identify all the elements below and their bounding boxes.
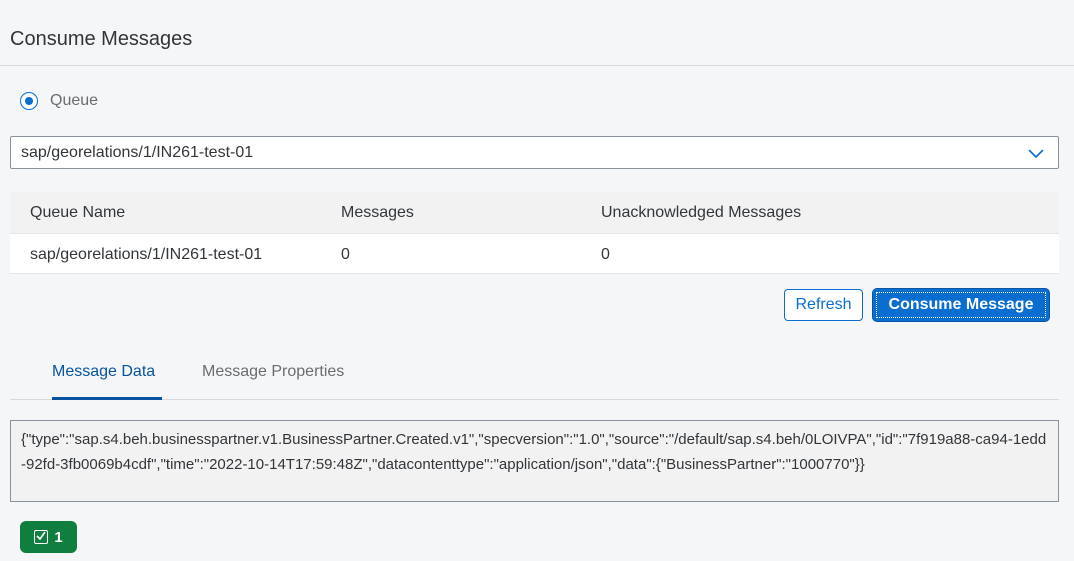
queue-radio-option[interactable]: Queue — [20, 89, 98, 113]
message-data-textarea[interactable]: {"type":"sap.s4.beh.businesspartner.v1.B… — [10, 420, 1059, 502]
badge-count: 1 — [54, 528, 63, 546]
tab-message-properties[interactable]: Message Properties — [202, 363, 344, 381]
queue-select-value: sap/georelations/1/IN261-test-01 — [21, 144, 254, 161]
status-badge[interactable]: 1 — [20, 521, 77, 553]
checkbox-checked-icon — [34, 530, 49, 544]
queue-radio-label: Queue — [50, 92, 99, 109]
page-title: Consume Messages — [10, 28, 193, 50]
queue-radio-button[interactable] — [20, 92, 38, 110]
cell-unacknowledged: 0 — [601, 246, 610, 263]
active-tab-indicator — [52, 397, 162, 400]
column-header-queue-name[interactable]: Queue Name — [30, 204, 125, 222]
chevron-down-icon[interactable] — [1028, 145, 1044, 161]
refresh-button[interactable]: Refresh — [784, 289, 863, 321]
message-tabs: Message Data Message Properties — [10, 345, 1059, 400]
page-header: Consume Messages — [0, 0, 1074, 66]
column-header-unacknowledged[interactable]: Unacknowledged Messages — [601, 204, 801, 222]
tab-message-data[interactable]: Message Data — [52, 363, 155, 381]
cell-messages: 0 — [341, 246, 350, 263]
queue-select[interactable]: sap/georelations/1/IN261-test-01 — [10, 136, 1059, 169]
column-header-messages[interactable]: Messages — [341, 204, 414, 222]
consume-message-button[interactable]: Consume Message — [873, 289, 1049, 321]
queue-table: Queue Name Messages Unacknowledged Messa… — [10, 192, 1059, 274]
cell-queue-name: sap/georelations/1/IN261-test-01 — [30, 246, 263, 263]
table-header: Queue Name Messages Unacknowledged Messa… — [10, 192, 1059, 234]
